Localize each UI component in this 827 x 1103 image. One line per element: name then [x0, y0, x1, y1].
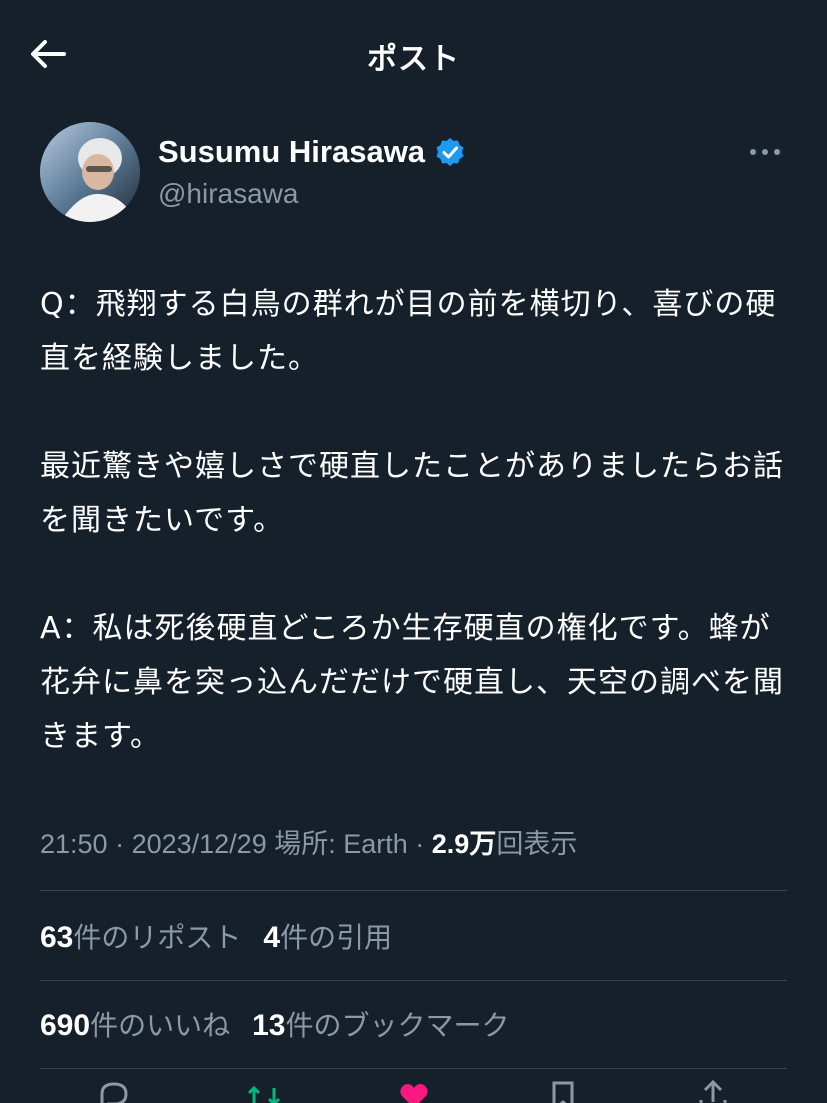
- views-label: 回表示: [496, 829, 578, 859]
- user-handle[interactable]: @hirasawa: [158, 178, 298, 210]
- more-horizontal-icon: [750, 149, 780, 155]
- tweet-time[interactable]: 21:50: [40, 829, 108, 859]
- page-title: ポスト: [367, 42, 460, 77]
- more-options-button[interactable]: [743, 136, 787, 168]
- tweet-text: Q：飛翔する白鳥の群れが目の前を横切り、喜びの硬直を経験しました。 最近驚きや嬉…: [40, 287, 784, 754]
- display-name-row[interactable]: Susumu Hirasawa: [158, 134, 465, 170]
- tweet-meta: 21:50 · 2023/12/29 場所: Earth · 2.9万回表示: [40, 822, 577, 861]
- reposts-label: 件のリポスト: [73, 921, 242, 954]
- bookmark-icon[interactable]: [545, 1078, 581, 1103]
- meta-separator: ·: [407, 829, 432, 859]
- verified-badge-icon: [436, 138, 464, 166]
- bookmarks-label: 件のブックマーク: [285, 1009, 510, 1042]
- avatar-image: [40, 122, 140, 222]
- likes-count: 690: [40, 1009, 91, 1042]
- likes-label: 件のいいね: [90, 1009, 231, 1042]
- likes-stat[interactable]: 690件のいいね: [40, 1004, 230, 1044]
- user-avatar[interactable]: [40, 122, 140, 222]
- top-bar: ポスト: [0, 0, 827, 108]
- divider: [40, 1068, 787, 1069]
- reply-icon[interactable]: [96, 1078, 132, 1103]
- stats-row-likes: 690件のいいね 13件のブックマーク: [40, 1004, 531, 1044]
- bookmarks-count: 13: [252, 1009, 286, 1042]
- tweet-date[interactable]: 2023/12/29: [132, 829, 267, 859]
- divider: [40, 890, 787, 891]
- meta-separator: ·: [107, 829, 132, 859]
- quotes-label: 件の引用: [280, 921, 393, 954]
- action-bar: [40, 1078, 787, 1103]
- reposts-stat[interactable]: 63件のリポスト: [40, 916, 241, 956]
- display-name[interactable]: Susumu Hirasawa: [158, 134, 425, 170]
- tweet-location: 場所: Earth: [274, 829, 408, 859]
- share-icon[interactable]: [695, 1078, 731, 1103]
- reposts-count: 63: [40, 921, 74, 954]
- divider: [40, 980, 787, 981]
- like-icon[interactable]: [396, 1078, 432, 1103]
- author-block: Susumu Hirasawa @hirasawa: [40, 122, 787, 226]
- views-count: 2.9万: [431, 829, 497, 859]
- stats-row-reposts: 63件のリポスト 4件の引用: [40, 916, 414, 956]
- quotes-stat[interactable]: 4件の引用: [263, 916, 392, 956]
- bookmarks-stat[interactable]: 13件のブックマーク: [252, 1004, 509, 1044]
- quotes-count: 4: [263, 921, 281, 954]
- repost-icon[interactable]: [246, 1078, 282, 1103]
